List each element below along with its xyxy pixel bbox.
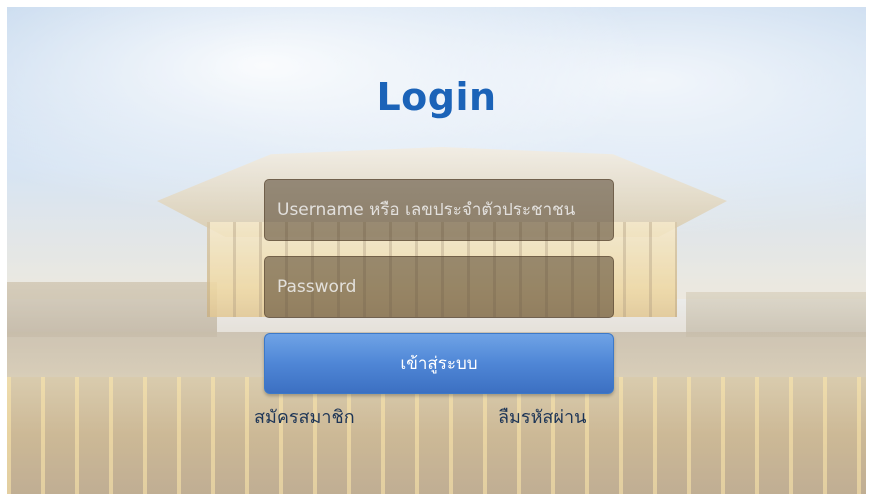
password-field[interactable] <box>264 256 614 318</box>
login-screen: Login เข้าสู่ระบบ สมัครสมาชิก ลืมรหัสผ่า… <box>7 7 866 494</box>
username-field[interactable] <box>264 179 614 241</box>
register-link[interactable]: สมัครสมาชิก <box>254 402 355 431</box>
login-button[interactable]: เข้าสู่ระบบ <box>264 333 614 394</box>
password-input[interactable] <box>265 257 613 317</box>
page-title: Login <box>376 75 497 119</box>
username-input[interactable] <box>265 180 613 240</box>
forgot-password-link[interactable]: ลืมรหัสผ่าน <box>498 402 586 431</box>
